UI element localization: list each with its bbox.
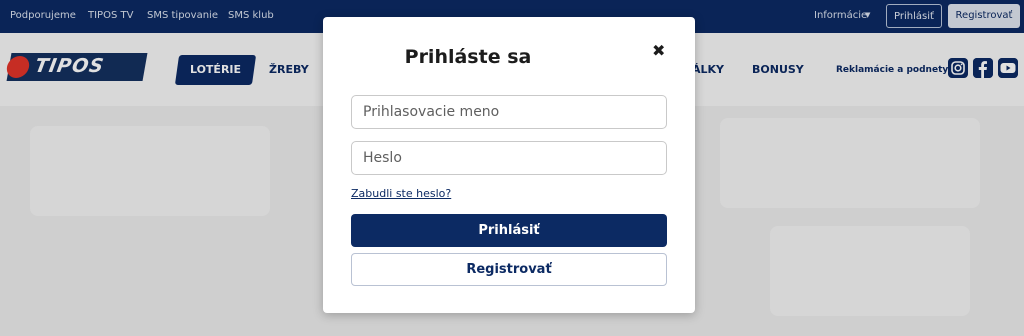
register-button[interactable]: Registrovať: [351, 253, 667, 286]
password-input[interactable]: [351, 141, 667, 175]
forgot-password-link[interactable]: Zabudli ste heslo?: [351, 187, 451, 200]
username-input[interactable]: [351, 95, 667, 129]
close-icon[interactable]: ✖: [652, 41, 665, 60]
login-button[interactable]: Prihlásiť: [351, 214, 667, 247]
login-modal: Prihláste sa ✖ Zabudli ste heslo? Prihlá…: [323, 17, 695, 313]
modal-title: Prihláste sa: [404, 46, 532, 68]
